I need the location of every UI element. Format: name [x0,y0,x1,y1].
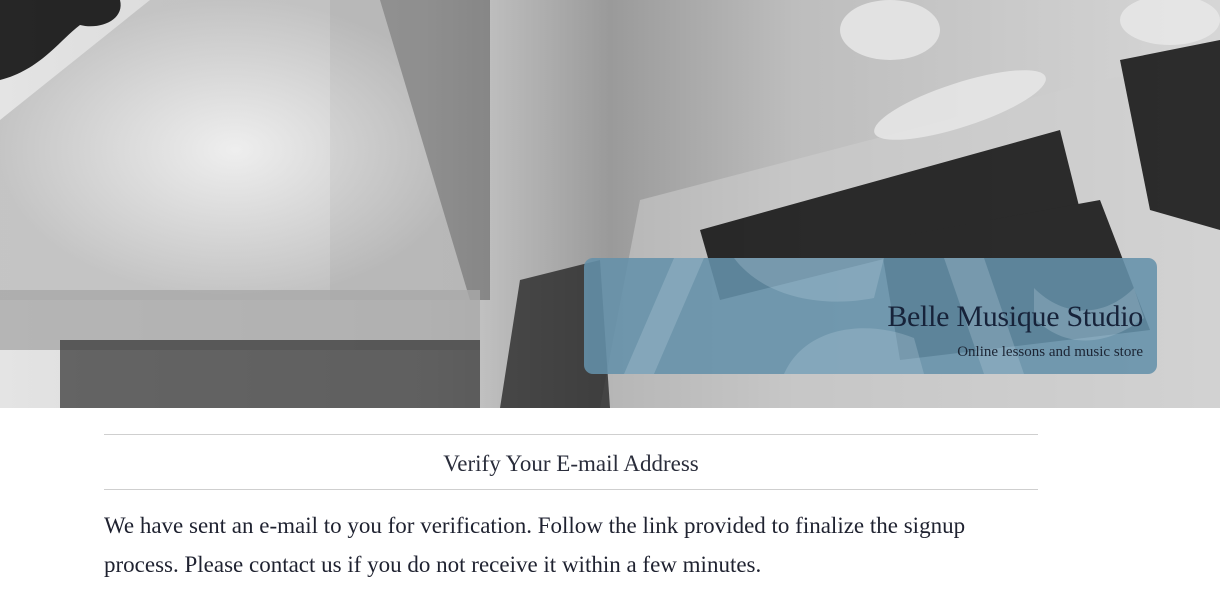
site-tagline: Online lessons and music store [957,344,1143,360]
site-title[interactable]: Belle Musique Studio [887,300,1143,334]
verification-message: We have sent an e-mail to you for verifi… [104,513,966,577]
main-content: Verify Your E-mail Address We have sent … [104,434,1038,584]
divider-bottom [104,489,1038,490]
page-heading: Verify Your E-mail Address [443,451,699,476]
brand-box: Belle Musique Studio Online lessons and … [584,258,1157,374]
hero-banner: Belle Musique Studio Online lessons and … [0,0,1220,408]
